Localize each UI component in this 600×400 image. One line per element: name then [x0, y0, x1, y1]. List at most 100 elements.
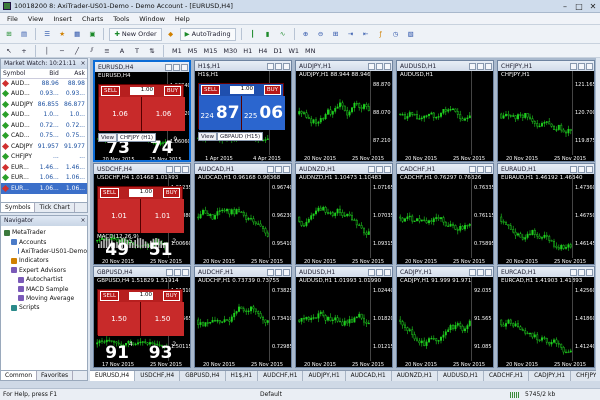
chart-titlebar[interactable]: CHFJPY,H1	[498, 61, 594, 71]
chart-tab[interactable]: CADJPY,H1	[529, 371, 572, 381]
minimize-icon[interactable]	[368, 268, 375, 276]
lot-size-input[interactable]: 1.00	[229, 86, 254, 94]
indicators-icon[interactable]: ƒ	[375, 28, 387, 41]
chart-plot[interactable]: AUDJPY,H1 88.944 88.946 88.870 88.070 87.2…	[296, 71, 392, 161]
maximize-icon[interactable]	[376, 165, 383, 173]
navigator-icon[interactable]: ★	[56, 28, 68, 41]
minimize-icon[interactable]	[267, 165, 274, 173]
trendline-icon[interactable]: ╱	[71, 44, 83, 57]
close-icon[interactable]	[485, 268, 492, 276]
maximize-icon[interactable]	[477, 62, 484, 70]
col-ask[interactable]: Ask	[60, 69, 87, 79]
new-order-button[interactable]: ✚ New Order	[109, 27, 162, 41]
line-chart-icon[interactable]: ∿	[277, 28, 289, 41]
close-icon[interactable]	[586, 62, 593, 70]
tab-favorites[interactable]: Favorites	[37, 371, 74, 380]
close-icon[interactable]	[485, 165, 492, 173]
chart-tab[interactable]: AUDCAD,H1	[346, 371, 392, 381]
chart-window[interactable]: AUDUSD,H1 AUDUSD,H1 20 Nov 2015 25 Nov 20…	[396, 60, 494, 162]
menu-file[interactable]: File	[2, 15, 23, 23]
close-icon[interactable]	[384, 268, 391, 276]
metaeditor-icon[interactable]: ◆	[165, 28, 177, 41]
col-bid[interactable]: Bid	[34, 69, 61, 79]
chart-titlebar[interactable]: USDCHF,H4	[94, 164, 190, 174]
chart-window[interactable]: EURCAD,H1 EURCAD,H1 1.41903 1.41893 1.42…	[497, 266, 595, 368]
chart-titlebar[interactable]: AUDCHF,H1	[195, 267, 291, 277]
fibonacci-icon[interactable]: ≡	[101, 44, 113, 57]
maximize-icon[interactable]	[477, 165, 484, 173]
buy-button[interactable]: BUY	[162, 291, 180, 301]
chart-titlebar[interactable]: CADJPY,H1	[397, 267, 493, 277]
maximize-icon[interactable]	[275, 62, 282, 70]
close-icon[interactable]	[182, 165, 189, 173]
chart-titlebar[interactable]: EURUSD,H4	[95, 62, 189, 72]
market-watch-icon[interactable]: ☰	[41, 28, 53, 41]
minimize-icon[interactable]: –	[558, 1, 572, 12]
minimize-icon[interactable]	[165, 63, 172, 71]
chart-window[interactable]: CADJPY,H1 CADJPY,H1 91.999 91.971 92.035…	[396, 266, 494, 368]
menu-help[interactable]: Help	[170, 15, 195, 23]
tab-common[interactable]: Common	[1, 371, 38, 380]
close-icon[interactable]	[586, 268, 593, 276]
tester-icon[interactable]: ▣	[86, 28, 98, 41]
close-icon[interactable]	[384, 165, 391, 173]
chart-tab[interactable]: H1$,H1	[226, 371, 259, 381]
table-row[interactable]: CHFJPY......	[1, 152, 87, 163]
timeframe-w1[interactable]: W1	[285, 44, 302, 57]
chart-tab[interactable]: AUDCHF,H1	[258, 371, 304, 381]
ask-price[interactable]: 1.01 512	[141, 199, 184, 260]
nav-item[interactable]: MACD Sample	[1, 284, 87, 293]
nav-item[interactable]: Accounts	[1, 237, 87, 246]
maximize-icon[interactable]	[275, 268, 282, 276]
buy-button[interactable]: BUY	[263, 85, 281, 95]
table-row[interactable]: CAD... 0.75... 0.75...	[1, 131, 87, 142]
chart-titlebar[interactable]: AUDCAD,H1	[195, 164, 291, 174]
chart-plot[interactable]: CADCHF,H1 0.76297 0.76326 0.76335 0.76115…	[397, 174, 493, 264]
tile-windows-icon[interactable]: ⊞	[330, 28, 342, 41]
chart-titlebar[interactable]: CADCHF,H1	[397, 164, 493, 174]
table-row[interactable]: AUD... 1.0... 1.0...	[1, 110, 87, 121]
chart-tab[interactable]: AUDJPY,H1	[303, 371, 346, 381]
close-icon[interactable]	[384, 62, 391, 70]
view-button[interactable]: View	[98, 133, 118, 142]
timeframe-h4[interactable]: H4	[255, 44, 270, 57]
terminal-icon[interactable]: ▦	[71, 28, 83, 41]
sell-button[interactable]: SELL	[100, 188, 120, 198]
sell-button[interactable]: SELL	[100, 291, 120, 301]
close-icon[interactable]: ✕	[586, 1, 600, 12]
chart-window[interactable]: AUDNZD,H1 AUDNZD,H1 1.10473 1.10483 1.07…	[295, 163, 393, 265]
nav-item[interactable]: Expert Advisors	[1, 266, 87, 275]
minimize-icon[interactable]	[570, 268, 577, 276]
chart-titlebar[interactable]: GBPUSD,H4	[94, 267, 190, 277]
ask-price[interactable]: 1.50 932	[141, 302, 184, 363]
close-icon[interactable]	[283, 165, 290, 173]
col-symbol[interactable]: Symbol	[1, 69, 35, 79]
chart-titlebar[interactable]: EURCAD,H1	[498, 267, 594, 277]
close-icon[interactable]	[182, 268, 189, 276]
chart-window[interactable]: AUDUSD,H1 AUDUSD,H1 1.01993 1.01990 1.02…	[295, 266, 393, 368]
menu-charts[interactable]: Charts	[77, 15, 108, 23]
bid-price[interactable]: 1.01 495	[98, 199, 141, 260]
bar-chart-icon[interactable]: ┃	[247, 28, 259, 41]
timeframe-h1[interactable]: H1	[240, 44, 255, 57]
maximize-icon[interactable]	[376, 268, 383, 276]
candlestick-icon[interactable]: ▮	[262, 28, 274, 41]
chart-tab[interactable]: AUDNZD,H1	[392, 371, 439, 381]
table-row[interactable]: AUD... 0.93... 0.93...	[1, 89, 87, 100]
table-row[interactable]: AUD... 0.72... 0.72...	[1, 120, 87, 131]
sell-button[interactable]: SELL	[201, 85, 221, 95]
maximize-icon[interactable]	[173, 63, 180, 71]
bid-price[interactable]: 224 87	[199, 96, 242, 130]
close-icon[interactable]	[283, 268, 290, 276]
channel-icon[interactable]: ⫽	[86, 44, 98, 57]
close-icon[interactable]: ×	[79, 59, 87, 69]
crosshair-icon[interactable]: +	[18, 44, 30, 57]
chart-tab[interactable]: EURUSD,H4	[90, 371, 136, 381]
chart-titlebar[interactable]: AUDUSD,H1	[397, 61, 493, 71]
close-icon[interactable]	[485, 62, 492, 70]
chart-tab[interactable]: GBPUSD,H4	[180, 371, 226, 381]
buy-button[interactable]: BUY	[162, 188, 180, 198]
view-button[interactable]: View	[198, 132, 218, 141]
chart-window[interactable]: GBPUSD,H4 GBPUSD,H4 1.51829 1.51914 1.51…	[93, 266, 191, 368]
chart-plot[interactable]: EURAUD,H1 1.46192 1.46340 1.47360 1.46750…	[498, 174, 594, 264]
